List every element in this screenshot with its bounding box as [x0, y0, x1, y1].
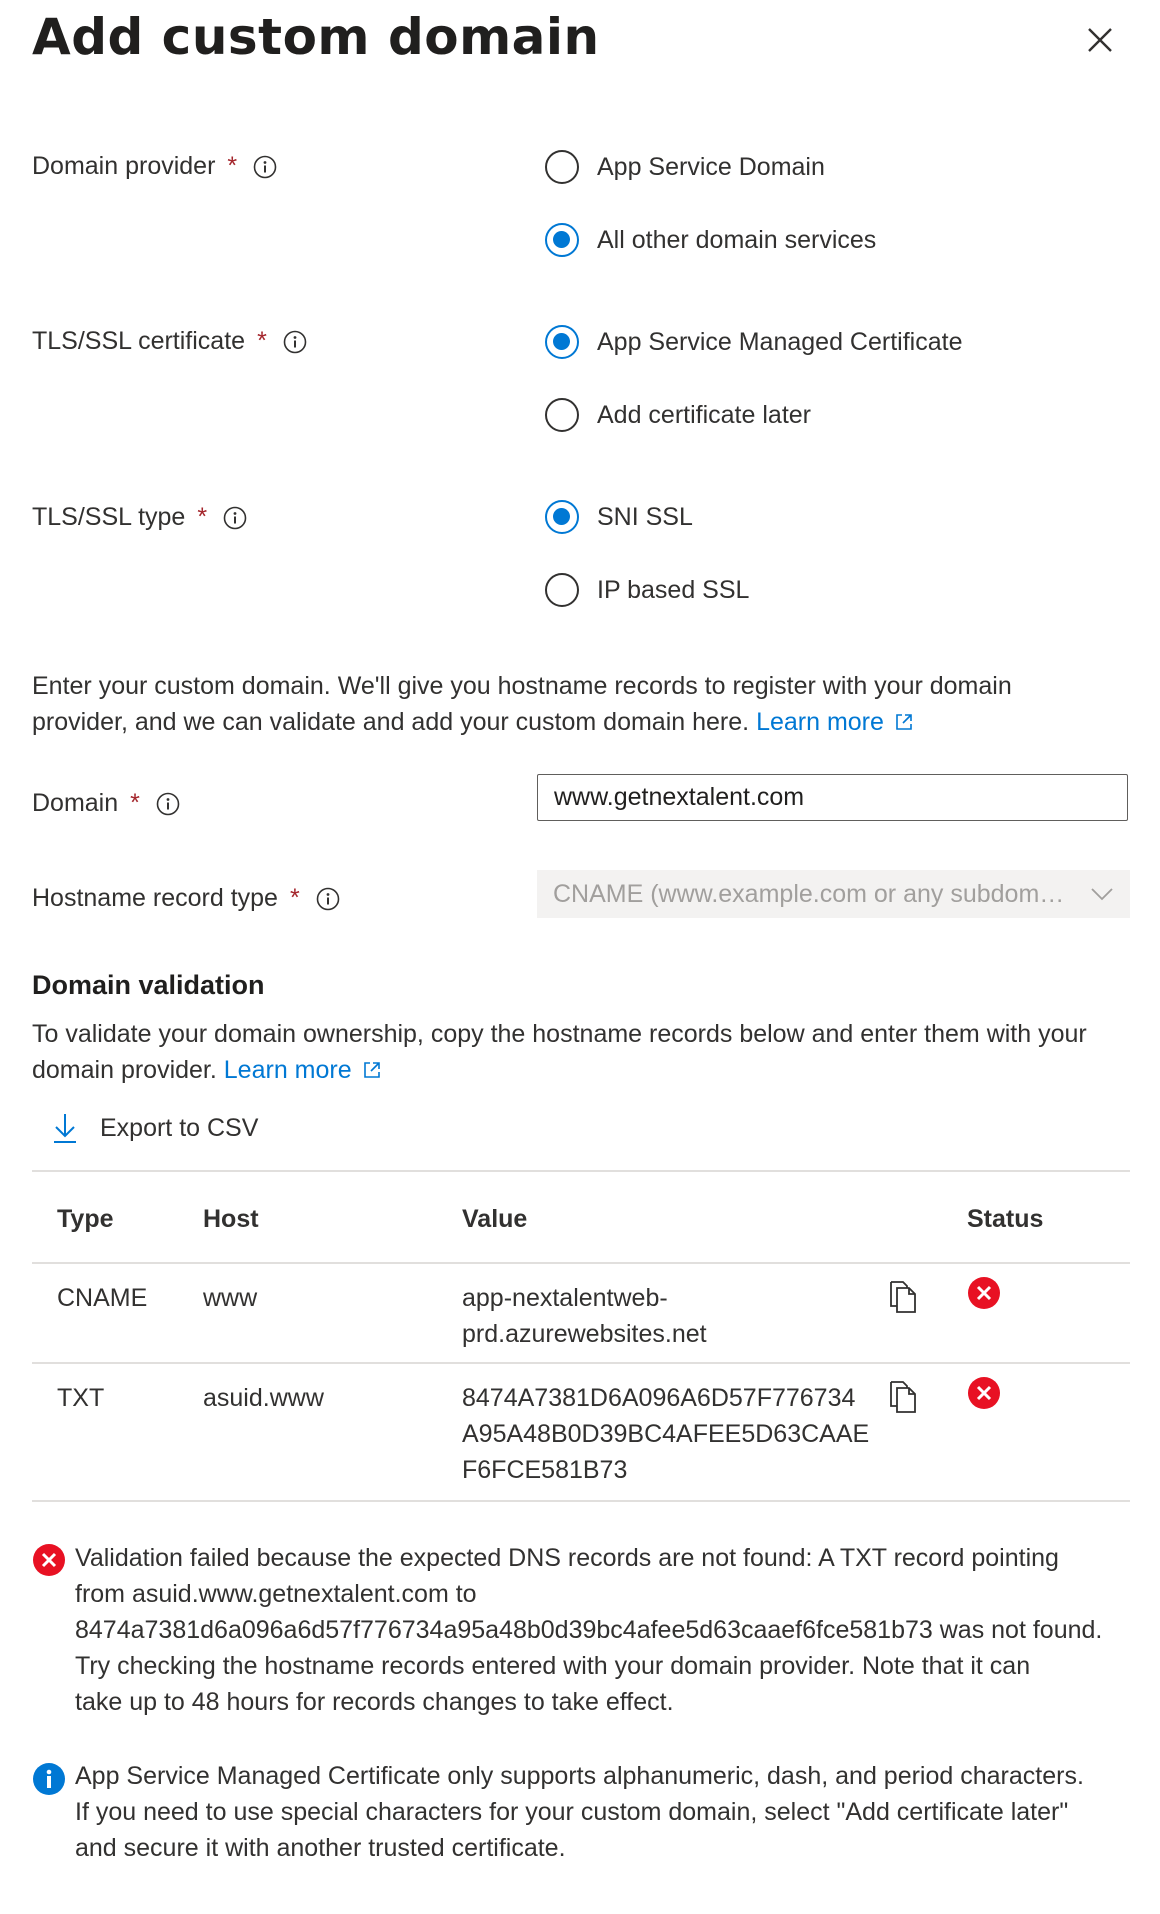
record-value-cell: 8474A7381D6A096A6D57F776734 A95A48B0D39B…	[462, 1384, 870, 1484]
tls-certificate-label: TLS/SSL certificate *	[32, 327, 307, 356]
radio-ip-based-ssl[interactable]: IP based SSL	[545, 573, 749, 607]
info-icon[interactable]	[223, 506, 247, 530]
intro-text: Enter your custom domain. We'll give you…	[32, 672, 1012, 736]
tls-type-label: TLS/SSL type *	[32, 503, 247, 532]
column-header-type: Type	[57, 1205, 114, 1233]
external-link-icon[interactable]	[362, 1054, 382, 1078]
column-header-value: Value	[462, 1205, 528, 1233]
column-header-status: Status	[967, 1205, 1044, 1233]
info-filled-icon	[32, 1762, 66, 1796]
radio-unselected-icon[interactable]	[545, 573, 579, 607]
record-type-cell: CNAME	[57, 1284, 148, 1312]
validation-learn-more-link[interactable]: Learn more	[224, 1056, 352, 1084]
status-error-icon	[967, 1376, 1001, 1410]
copy-icon[interactable]	[887, 1380, 919, 1414]
record-type-cell: TXT	[57, 1384, 105, 1412]
radio-unselected-icon[interactable]	[545, 150, 579, 184]
divider	[32, 1170, 1130, 1172]
radio-unselected-icon[interactable]	[545, 398, 579, 432]
required-marker: *	[197, 503, 208, 531]
error-icon	[32, 1543, 66, 1577]
hostname-record-type-label: Hostname record type *	[32, 884, 340, 913]
info-icon[interactable]	[283, 330, 307, 354]
hostname-record-type-select[interactable]: CNAME (www.example.com or any subdomain)	[537, 870, 1130, 918]
radio-sni-ssl[interactable]: SNI SSL	[545, 500, 693, 534]
certificate-info-message: App Service Managed Certificate only sup…	[75, 1762, 1084, 1862]
info-icon[interactable]	[156, 792, 180, 816]
export-to-csv-button[interactable]: Export to CSV	[52, 1112, 258, 1144]
external-link-icon[interactable]	[894, 706, 914, 730]
learn-more-link[interactable]: Learn more	[756, 708, 884, 736]
record-host-cell: asuid.www	[203, 1384, 324, 1412]
info-icon[interactable]	[253, 155, 277, 179]
required-marker: *	[257, 327, 267, 355]
radio-app-service-managed-certificate[interactable]: App Service Managed Certificate	[545, 325, 962, 359]
divider	[32, 1362, 1130, 1364]
radio-selected-icon[interactable]	[545, 325, 579, 359]
record-value-cell: app-nextalentweb- prd.azurewebsites.net	[462, 1284, 707, 1348]
required-marker: *	[130, 789, 140, 817]
radio-all-other-domain-services[interactable]: All other domain services	[545, 223, 876, 257]
validation-error-message: Validation failed because the expected D…	[75, 1544, 1103, 1716]
close-icon[interactable]	[1080, 20, 1120, 60]
panel-title: Add custom domain	[32, 8, 600, 66]
status-error-icon	[967, 1276, 1001, 1310]
info-icon[interactable]	[316, 887, 340, 911]
download-icon	[54, 1114, 76, 1143]
required-marker: *	[289, 884, 300, 912]
divider	[32, 1500, 1130, 1502]
divider	[32, 1262, 1130, 1264]
domain-input[interactable]: www.getnextalent.com	[537, 774, 1128, 821]
validation-text: To validate your domain ownership, copy …	[32, 1020, 1087, 1084]
radio-app-service-domain[interactable]: App Service Domain	[545, 150, 825, 184]
column-header-host: Host	[203, 1205, 259, 1233]
chevron-down-icon	[1091, 888, 1113, 901]
copy-icon[interactable]	[887, 1280, 919, 1314]
radio-selected-icon[interactable]	[545, 500, 579, 534]
radio-add-certificate-later[interactable]: Add certificate later	[545, 398, 811, 432]
domain-provider-label: Domain provider *	[32, 152, 277, 181]
record-host-cell: www	[203, 1284, 258, 1312]
domain-validation-heading: Domain validation	[32, 970, 265, 1000]
domain-label: Domain *	[32, 789, 180, 818]
required-marker: *	[227, 152, 238, 180]
radio-selected-icon[interactable]	[545, 223, 579, 257]
